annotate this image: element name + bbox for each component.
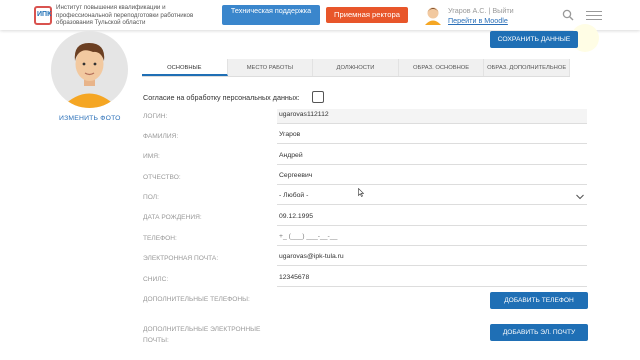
chevron-down-icon[interactable]: [576, 194, 584, 200]
surname-label: ФАМИЛИЯ:: [143, 133, 179, 140]
gender-label: ПОЛ:: [143, 194, 159, 201]
extra-emails-label-cont: ПОЧТЫ:: [143, 337, 169, 344]
email-label: ЭЛЕКТРОННАЯ ПОЧТА:: [143, 255, 219, 262]
tech-support-button[interactable]: Техническая поддержка: [222, 5, 320, 25]
snils-field[interactable]: 12345678: [277, 272, 587, 287]
tab-education-extra[interactable]: ОБРАЗ. ДОПОЛНИТЕЛЬНОЕ: [484, 59, 570, 76]
snils-label: СНИЛС:: [143, 276, 169, 283]
phone-label: ТЕЛЕФОН:: [143, 235, 177, 242]
name-label: ИМЯ:: [143, 153, 160, 160]
mouse-cursor-icon: [358, 188, 364, 197]
surname-field[interactable]: Угаров: [277, 129, 587, 144]
search-icon[interactable]: [562, 9, 574, 21]
profile-tabs: ОСНОВНЫЕ МЕСТО РАБОТЫ ДОЛЖНОСТИ ОБРАЗ. О…: [142, 59, 570, 77]
name-field[interactable]: Андрей: [277, 150, 587, 165]
email-field[interactable]: ugarovas@ipk-tula.ru: [277, 251, 587, 266]
institute-name[interactable]: Институт повышения квалификации и профес…: [56, 4, 216, 27]
add-email-button[interactable]: ДОБАВИТЬ ЭЛ. ПОЧТУ: [490, 324, 588, 341]
tab-education-main[interactable]: ОБРАЗ. ОСНОВНОЕ: [399, 59, 485, 76]
hamburger-menu-icon[interactable]: [586, 11, 602, 21]
avatar-illustration: [61, 43, 118, 108]
change-photo-link[interactable]: ИЗМЕНИТЬ ФОТО: [59, 115, 121, 122]
logo-text: ИПК: [37, 11, 52, 18]
rector-reception-button[interactable]: Приемная ректора: [326, 7, 408, 23]
top-bar: ИПК Институт повышения квалификации и пр…: [0, 0, 640, 30]
patronymic-field[interactable]: Сергеевич: [277, 170, 587, 185]
consent-checkbox[interactable]: [312, 91, 324, 103]
tab-workplace[interactable]: МЕСТО РАБОТЫ: [228, 59, 314, 76]
login-label: ЛОГИН:: [143, 113, 168, 120]
user-name-logout[interactable]: Угаров А.С. | Выйти: [448, 6, 514, 15]
birth-date-field[interactable]: 09.12.1995: [277, 211, 587, 226]
institute-logo[interactable]: ИПК: [34, 6, 52, 25]
save-data-button[interactable]: СОХРАНИТЬ ДАННЫЕ: [490, 31, 578, 48]
extra-phones-label: ДОПОЛНИТЕЛЬНЫЕ ТЕЛЕФОНЫ:: [143, 296, 250, 303]
consent-label: Согласие на обработку персональных данны…: [143, 93, 300, 102]
login-field: ugarovas112112: [277, 109, 587, 124]
moodle-link[interactable]: Перейти в Moodle: [448, 16, 508, 25]
extra-emails-label: ДОПОЛНИТЕЛЬНЫЕ ЭЛЕКТРОННЫЕ: [143, 326, 261, 333]
add-phone-button[interactable]: ДОБАВИТЬ ТЕЛЕФОН: [490, 292, 588, 309]
profile-photo[interactable]: [51, 31, 128, 108]
tab-positions[interactable]: ДОЛЖНОСТИ: [313, 59, 399, 76]
phone-field[interactable]: +_ (___) ___-__-__: [277, 231, 587, 246]
birth-date-label: ДАТА РОЖДЕНИЯ:: [143, 214, 202, 221]
user-avatar-icon[interactable]: [424, 5, 442, 25]
tab-main[interactable]: ОСНОВНЫЕ: [142, 59, 228, 76]
gender-select[interactable]: - Любой -: [277, 190, 587, 205]
patronymic-label: ОТЧЕСТВО:: [143, 174, 181, 181]
